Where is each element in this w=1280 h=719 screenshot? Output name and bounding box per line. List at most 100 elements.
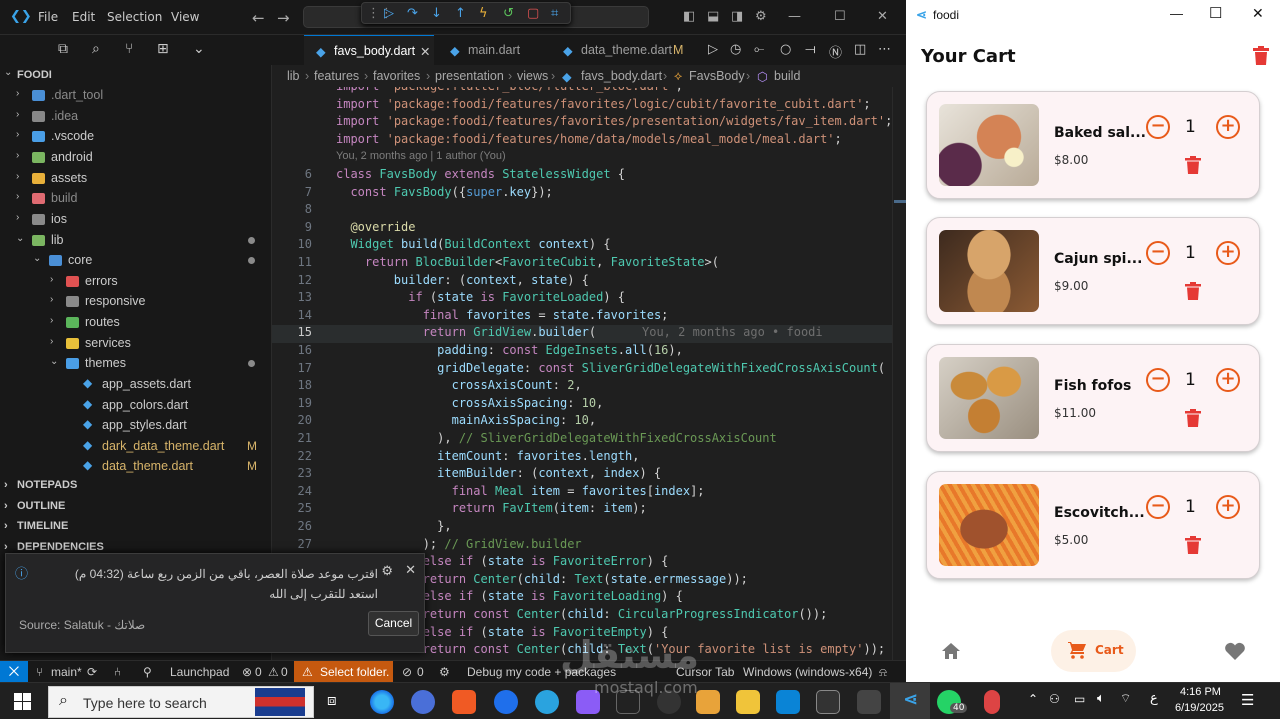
decrease-quantity-button[interactable]: − <box>1146 495 1170 519</box>
tab-main[interactable]: ◆ main.dart <box>434 35 549 65</box>
explorer-item[interactable]: › routes <box>0 313 271 333</box>
source-control-icon[interactable]: ⑂ <box>125 41 133 57</box>
explorer-item[interactable]: ◆ app_styles.dart <box>0 416 271 436</box>
next-change-icon[interactable]: ⟞ <box>805 42 816 57</box>
flutter-inspector-icon[interactable]: Ⓝ <box>829 42 842 61</box>
action-center-icon[interactable]: ☰ <box>1241 691 1254 709</box>
app-icon[interactable] <box>857 690 881 714</box>
device-platform[interactable]: Windows (windows-x64) <box>743 665 872 679</box>
language-indicator[interactable]: ع <box>1150 691 1158 706</box>
tab-favs-body[interactable]: ◆ favs_body.dart ✕ <box>304 35 434 65</box>
explorer-item[interactable]: › services <box>0 334 271 354</box>
explorer-item[interactable]: › errors <box>0 272 271 292</box>
restart-icon[interactable]: ↺ <box>503 6 514 21</box>
tab-close-icon[interactable]: ✕ <box>420 44 430 59</box>
crumb-favorites[interactable]: favorites <box>373 69 420 83</box>
task-view-icon[interactable]: ⧈ <box>327 691 337 709</box>
explorer-root[interactable]: ⌄ FOODI <box>0 65 271 85</box>
decrease-quantity-button[interactable]: − <box>1146 241 1170 265</box>
toggle-secondary-sidebar-icon[interactable]: ◨ <box>731 9 743 24</box>
editor-scrollbar[interactable] <box>892 87 906 660</box>
step-out-icon[interactable]: ↑ <box>455 6 466 21</box>
close-icon[interactable]: ✕ <box>1252 5 1264 22</box>
battery-icon[interactable]: ▭ <box>1074 692 1085 706</box>
windows-start-icon[interactable] <box>14 693 31 710</box>
explorer-item[interactable]: › android <box>0 148 271 168</box>
forward-arrow-icon[interactable]: → <box>277 9 290 27</box>
menu-file[interactable]: File <box>38 10 58 24</box>
explorer-item[interactable]: › .dart_tool <box>0 86 271 106</box>
explorer-item[interactable]: ◆ app_colors.dart <box>0 396 271 416</box>
telegram-icon[interactable] <box>535 690 559 714</box>
app-store-icon[interactable] <box>411 690 435 714</box>
extensions-icon[interactable]: ⊞ <box>157 41 169 57</box>
edge-browser-icon[interactable] <box>370 690 394 714</box>
explorer-files-icon[interactable]: ⧉ <box>58 41 68 57</box>
clock-time[interactable]: 4:16 PM <box>1180 686 1221 698</box>
explorer-item[interactable]: › build <box>0 189 271 209</box>
branch-name[interactable]: main* <box>51 665 82 679</box>
back-arrow-icon[interactable]: ← <box>252 9 265 27</box>
explorer-item[interactable]: ⌄ lib <box>0 231 271 251</box>
hot-reload-icon[interactable]: ϟ <box>479 6 488 21</box>
devtools-icon[interactable]: ⌗ <box>551 6 558 21</box>
cancel-button[interactable]: Cancel <box>368 611 419 636</box>
explorer-item[interactable]: ◆ app_assets.dart <box>0 375 271 395</box>
section-outline[interactable]: › OUTLINE <box>0 497 271 517</box>
crumb-class[interactable]: FavsBody <box>689 69 745 83</box>
remote-icon[interactable]: ⨉ <box>0 661 28 682</box>
explorer-item[interactable]: › .idea <box>0 107 271 127</box>
trash-icon[interactable] <box>1185 409 1201 427</box>
gear-icon[interactable]: ⚙ <box>381 563 393 579</box>
increase-quantity-button[interactable]: + <box>1216 495 1240 519</box>
crumb-features[interactable]: features <box>314 69 359 83</box>
crumb-method[interactable]: build <box>774 69 800 83</box>
explorer-item[interactable]: › assets <box>0 169 271 189</box>
increase-quantity-button[interactable]: + <box>1216 115 1240 139</box>
explorer-item[interactable]: ⌄ themes <box>0 354 271 374</box>
close-icon[interactable]: ✕ <box>405 562 416 578</box>
explorer-item[interactable]: ⌄ core <box>0 251 271 271</box>
step-over-icon[interactable]: ↷ <box>407 6 418 21</box>
maximize-icon[interactable]: ☐ <box>1209 4 1222 22</box>
menu-view[interactable]: View <box>171 10 199 24</box>
increase-quantity-button[interactable]: + <box>1216 241 1240 265</box>
file-explorer-icon[interactable] <box>736 690 760 714</box>
settings-gear-icon[interactable]: ⚙ <box>755 9 767 24</box>
explorer-item[interactable]: › ios <box>0 210 271 230</box>
sync-icon[interactable]: ⟳ <box>87 665 97 679</box>
search-icon[interactable]: ⌕ <box>92 41 100 57</box>
chart-app-icon[interactable] <box>696 690 720 714</box>
ports-count[interactable]: 0 <box>417 665 424 679</box>
home-icon[interactable] <box>942 643 960 659</box>
thermometer-app-icon[interactable] <box>984 690 1000 714</box>
terminal-icon[interactable] <box>816 690 840 714</box>
chevron-down-icon[interactable]: ⌄ <box>193 41 205 57</box>
cart-nav-item[interactable]: Cart <box>1051 630 1136 672</box>
go-back-change-icon[interactable]: ⟜ <box>754 42 764 57</box>
trash-icon[interactable] <box>1185 536 1201 554</box>
trash-icon[interactable] <box>1185 282 1201 300</box>
decrease-quantity-button[interactable]: − <box>1146 368 1170 392</box>
toggle-sidebar-icon[interactable]: ◧ <box>683 9 695 24</box>
source-control-graph-icon[interactable]: ⑃ <box>114 665 121 679</box>
close-icon[interactable]: ✕ <box>877 9 888 24</box>
taskbar-search-input[interactable]: ⌕ Type here to search <box>48 686 314 718</box>
crumb-lib[interactable]: lib <box>287 69 300 83</box>
wifi-icon[interactable]: ⌔ <box>1120 691 1131 706</box>
more-actions-icon[interactable]: ⋯ <box>878 42 891 57</box>
network-icon[interactable]: ⚇ <box>1049 692 1060 706</box>
toggle-panel-icon[interactable]: ⬓ <box>707 9 719 24</box>
heart-icon[interactable] <box>1225 642 1245 660</box>
trash-icon[interactable] <box>1185 156 1201 174</box>
section-notepads[interactable]: › NOTEPADS <box>0 476 271 496</box>
step-into-icon[interactable]: ↓ <box>431 6 442 21</box>
crumb-views[interactable]: views <box>517 69 548 83</box>
explorer-item[interactable]: › .vscode <box>0 127 271 147</box>
explorer-item[interactable]: ◆ dark_data_theme.dart M <box>0 437 271 457</box>
tab-data-theme[interactable]: ◆ data_theme.dart M <box>549 35 689 65</box>
launchpad-label[interactable]: Launchpad <box>170 665 229 679</box>
explorer-item[interactable]: › responsive <box>0 292 271 312</box>
menu-selection[interactable]: Selection <box>107 10 162 24</box>
problems-count[interactable]: 0 <box>255 665 262 679</box>
